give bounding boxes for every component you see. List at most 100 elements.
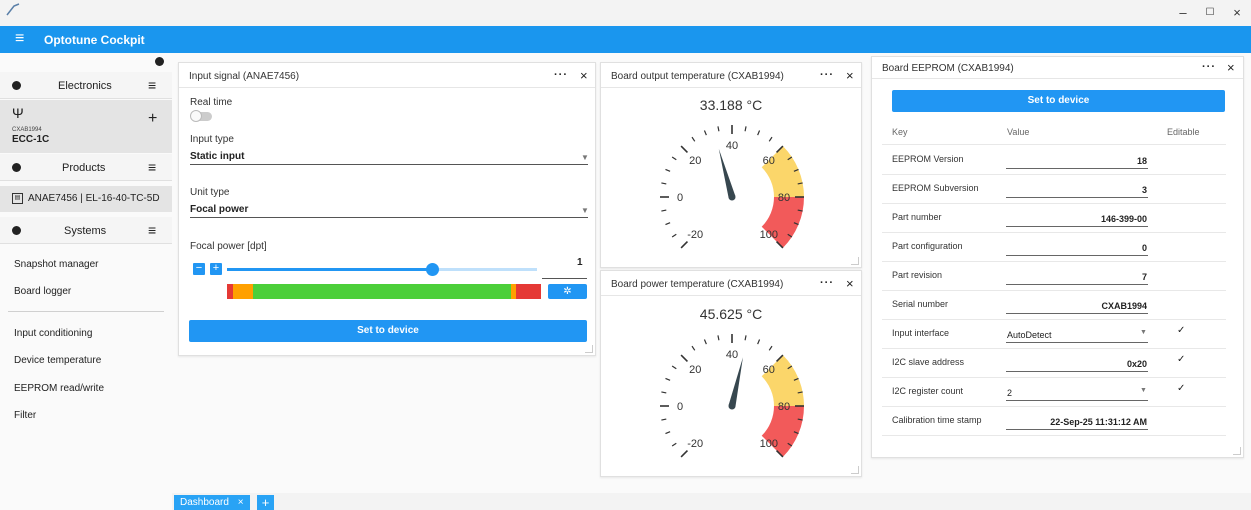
gauge-needle bbox=[728, 357, 743, 407]
row-key: Part configuration bbox=[892, 241, 963, 251]
products-section-header[interactable]: Products ≡ bbox=[0, 154, 172, 181]
unit-type-select[interactable]: Focal power bbox=[190, 204, 248, 215]
value-select[interactable]: 2 bbox=[1007, 388, 1012, 398]
close-panel-icon[interactable]: × bbox=[846, 68, 854, 83]
value-underline bbox=[1006, 342, 1148, 343]
panel-header[interactable]: Board power temperature (CXAB1994) ··· × bbox=[601, 271, 861, 296]
product-card[interactable]: ▤ ANAE7456 | EL-16-40-TC-5D bbox=[0, 186, 172, 212]
value-field[interactable]: 0x20 bbox=[1007, 359, 1147, 369]
resize-handle[interactable] bbox=[585, 345, 593, 353]
close-window-button[interactable]: × bbox=[1226, 4, 1248, 22]
input-type-select[interactable]: Static input bbox=[190, 151, 244, 162]
expand-icon bbox=[12, 163, 21, 172]
add-tab-button[interactable]: + bbox=[257, 495, 274, 510]
tab-label: Dashboard bbox=[180, 497, 229, 508]
gauge-tick bbox=[691, 136, 696, 142]
more-icon[interactable]: ··· bbox=[820, 277, 834, 289]
decrement-button[interactable]: − bbox=[193, 263, 205, 275]
products-label: Products bbox=[62, 162, 106, 174]
sidebar-item-filter[interactable]: Filter bbox=[14, 410, 36, 421]
row-key: EEPROM Subversion bbox=[892, 183, 979, 193]
gauge-tick-label: -20 bbox=[687, 229, 703, 241]
focal-power-value[interactable]: 1 bbox=[577, 257, 583, 268]
gauge-tick bbox=[671, 233, 677, 238]
hamburger-menu-icon[interactable]: ≡ bbox=[15, 31, 24, 47]
set-to-device-button[interactable]: Set to device bbox=[189, 320, 587, 342]
gauge-hub bbox=[728, 193, 736, 201]
unit-type-underline bbox=[190, 217, 588, 218]
value-underline bbox=[1006, 197, 1148, 198]
systems-menu-icon[interactable]: ≡ bbox=[148, 222, 156, 238]
gauge-tick bbox=[665, 168, 671, 172]
systems-section-header[interactable]: Systems ≡ bbox=[0, 217, 172, 244]
gauge-tick bbox=[661, 391, 667, 394]
table-row: EEPROM Subversion 3 bbox=[882, 175, 1226, 204]
resize-handle[interactable] bbox=[851, 257, 859, 265]
close-panel-icon[interactable]: × bbox=[846, 276, 854, 291]
settings-button[interactable]: ✲ bbox=[548, 284, 587, 299]
temperature-readout: 45.625 °C bbox=[699, 306, 763, 322]
panel-header[interactable]: Board EEPROM (CXAB1994) ··· × bbox=[872, 57, 1243, 79]
realtime-label: Real time bbox=[190, 97, 233, 108]
gauge-tick bbox=[768, 345, 773, 351]
increment-button[interactable]: + bbox=[210, 263, 222, 275]
electronics-menu-icon[interactable]: ≡ bbox=[148, 77, 156, 93]
gauge-tick-label: 0 bbox=[677, 192, 683, 204]
resize-handle[interactable] bbox=[851, 466, 859, 474]
gauge-tick-label: 60 bbox=[763, 364, 775, 376]
range-segment bbox=[516, 284, 541, 299]
gauge-tick-label: -20 bbox=[687, 438, 703, 450]
electronics-section-header[interactable]: Electronics ≡ bbox=[0, 72, 172, 99]
value-underline bbox=[1006, 313, 1148, 314]
toggle-knob bbox=[190, 110, 202, 122]
sidebar-item-snapshot-manager[interactable]: Snapshot manager bbox=[14, 259, 99, 270]
input-type-label: Input type bbox=[190, 134, 234, 145]
products-menu-icon[interactable]: ≡ bbox=[148, 159, 156, 175]
sidebar-item-input-conditioning[interactable]: Input conditioning bbox=[14, 328, 92, 339]
dropdown-caret-icon: ▼ bbox=[581, 206, 589, 215]
sidebar-item-board-logger[interactable]: Board logger bbox=[14, 286, 71, 297]
gauge-needle bbox=[718, 148, 736, 198]
range-segment bbox=[253, 284, 511, 299]
row-key: I2C slave address bbox=[892, 357, 965, 367]
gauge-tick bbox=[703, 130, 707, 136]
systems-label: Systems bbox=[64, 225, 107, 237]
sidebar-collapse-icon[interactable] bbox=[155, 57, 164, 66]
value-select[interactable]: AutoDetect bbox=[1007, 330, 1052, 340]
gauge-tick-label: 40 bbox=[726, 140, 738, 152]
key-column-header: Key bbox=[892, 127, 908, 137]
slider-handle[interactable] bbox=[425, 263, 439, 276]
add-device-button[interactable]: + bbox=[148, 110, 157, 128]
table-header: Key Value Editable bbox=[882, 117, 1226, 145]
more-icon[interactable]: ··· bbox=[820, 69, 834, 81]
minimize-button[interactable]: – bbox=[1172, 4, 1194, 22]
value-underline bbox=[1006, 400, 1148, 401]
editable-check-icon: ✓ bbox=[1177, 354, 1186, 365]
more-icon[interactable]: ··· bbox=[554, 69, 568, 81]
device-serial: CXAB1994 bbox=[12, 127, 42, 133]
realtime-toggle[interactable] bbox=[190, 110, 212, 122]
value-field: 3 bbox=[1141, 185, 1147, 195]
value-field: 7 bbox=[1141, 272, 1147, 282]
more-icon[interactable]: ··· bbox=[1202, 61, 1216, 73]
eeprom-set-to-device-button[interactable]: Set to device bbox=[892, 90, 1225, 112]
focal-power-slider[interactable] bbox=[227, 263, 537, 276]
close-tab-icon[interactable]: × bbox=[238, 497, 244, 508]
gauge-tick bbox=[757, 130, 761, 136]
gauge-tick bbox=[744, 335, 747, 341]
close-panel-icon[interactable]: × bbox=[1227, 60, 1235, 75]
close-panel-icon[interactable]: × bbox=[580, 68, 588, 83]
maximize-button[interactable]: ☐ bbox=[1199, 4, 1221, 22]
gauge-tick bbox=[703, 339, 707, 345]
device-card[interactable]: Ψ CXAB1994 ECC-1C + bbox=[0, 100, 172, 153]
editable-check-icon: ✓ bbox=[1177, 325, 1186, 336]
tab-dashboard[interactable]: Dashboard × bbox=[174, 495, 250, 510]
panel-header[interactable]: Input signal (ANAE7456) ··· × bbox=[179, 63, 595, 88]
usb-icon: Ψ bbox=[12, 105, 24, 121]
value-underline bbox=[1006, 255, 1148, 256]
sidebar-item-eeprom[interactable]: EEPROM read/write bbox=[14, 383, 104, 394]
gauge-tick bbox=[665, 431, 671, 435]
panel-header[interactable]: Board output temperature (CXAB1994) ··· … bbox=[601, 63, 861, 88]
sidebar-item-device-temperature[interactable]: Device temperature bbox=[14, 355, 101, 366]
resize-handle[interactable] bbox=[1233, 447, 1241, 455]
